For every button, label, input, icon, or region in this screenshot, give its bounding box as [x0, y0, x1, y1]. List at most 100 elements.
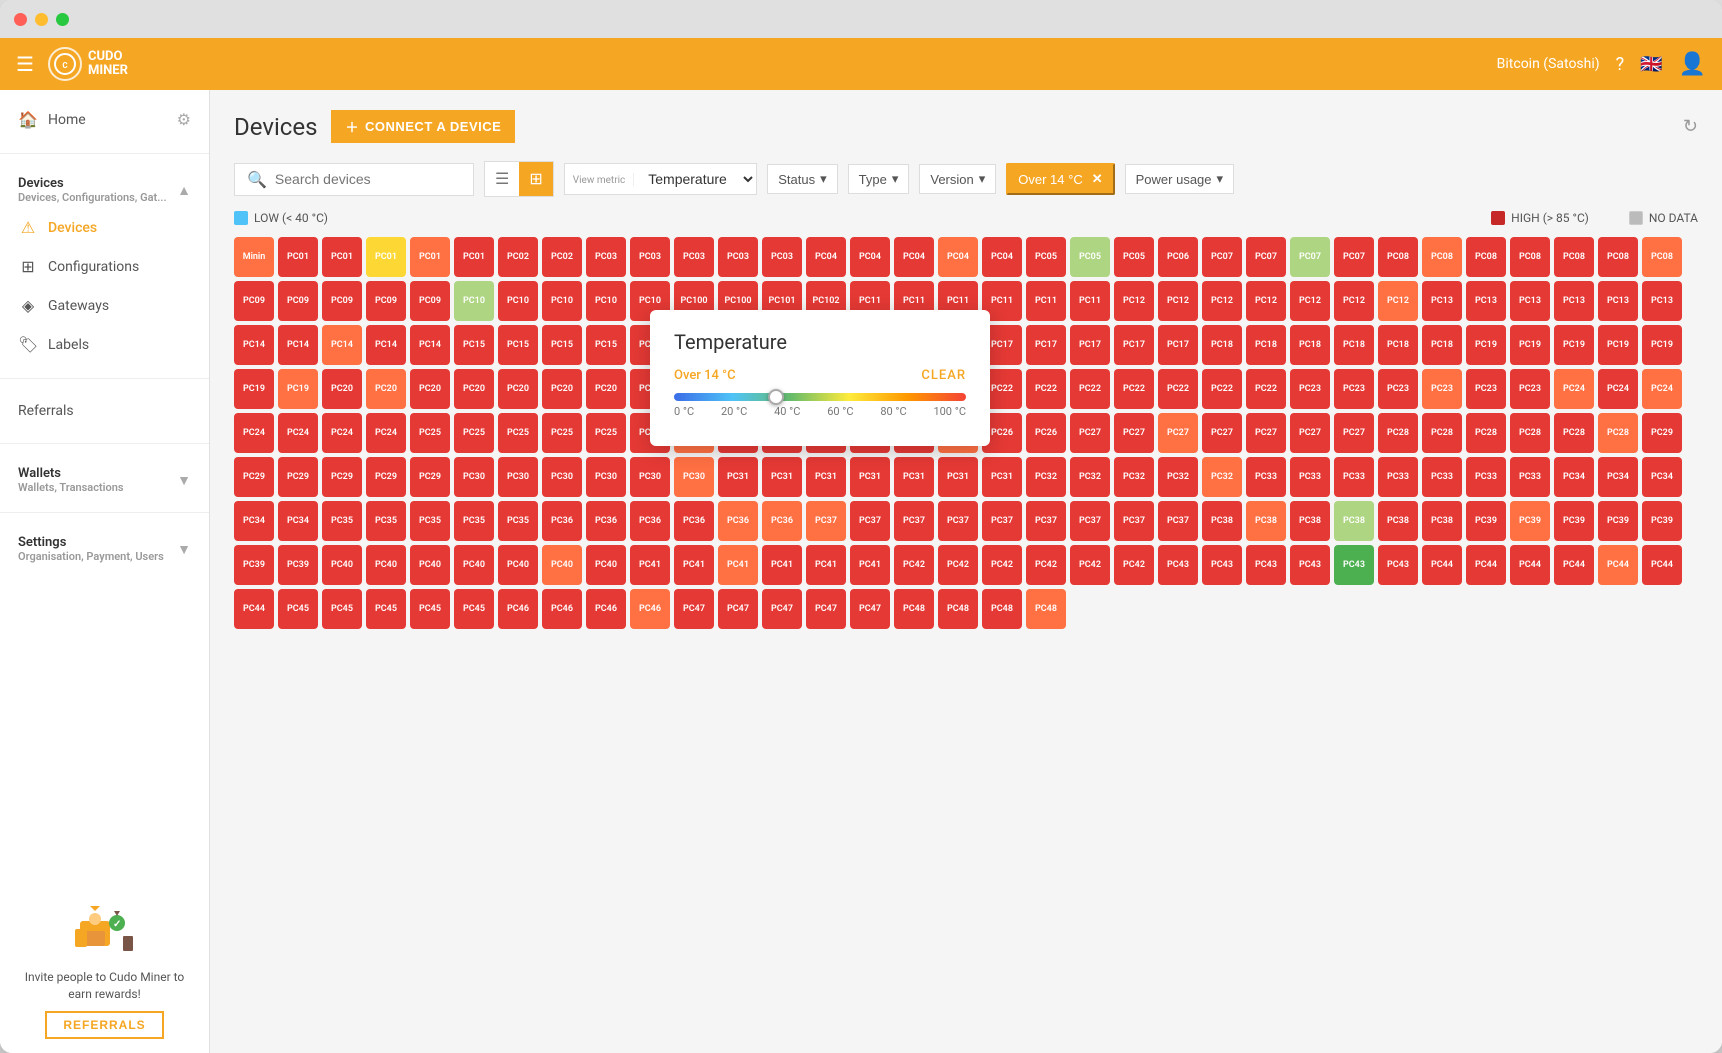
device-cell[interactable]: PC12: [1378, 281, 1418, 321]
device-cell[interactable]: PC19: [1642, 325, 1682, 365]
device-cell[interactable]: PC47: [806, 589, 846, 629]
device-cell[interactable]: PC25: [498, 413, 538, 453]
device-cell[interactable]: PC42: [1026, 545, 1066, 585]
device-cell[interactable]: PC39: [1642, 501, 1682, 541]
device-cell[interactable]: PC18: [1202, 325, 1242, 365]
device-cell[interactable]: PC13: [1466, 281, 1506, 321]
device-cell[interactable]: PC08: [1554, 237, 1594, 277]
hamburger-icon[interactable]: ☰: [16, 52, 34, 76]
device-cell[interactable]: PC33: [1466, 457, 1506, 497]
device-cell[interactable]: PC22: [1114, 369, 1154, 409]
device-cell[interactable]: PC14: [234, 325, 274, 365]
device-cell[interactable]: PC32: [1114, 457, 1154, 497]
device-cell[interactable]: PC37: [1070, 501, 1110, 541]
help-icon[interactable]: ?: [1616, 54, 1625, 75]
device-cell[interactable]: PC02: [542, 237, 582, 277]
device-cell[interactable]: PC37: [894, 501, 934, 541]
device-cell[interactable]: PC30: [630, 457, 670, 497]
device-cell[interactable]: PC07: [1202, 237, 1242, 277]
device-cell[interactable]: PC40: [366, 545, 406, 585]
device-cell[interactable]: PC15: [542, 325, 582, 365]
device-cell[interactable]: PC39: [1554, 501, 1594, 541]
device-cell[interactable]: PC11: [1026, 281, 1066, 321]
device-cell[interactable]: PC35: [454, 501, 494, 541]
device-cell[interactable]: PC38: [1246, 501, 1286, 541]
device-cell[interactable]: PC07: [1290, 237, 1330, 277]
device-cell[interactable]: PC24: [366, 413, 406, 453]
device-cell[interactable]: PC20: [410, 369, 450, 409]
device-cell[interactable]: PC39: [278, 545, 318, 585]
device-cell[interactable]: PC14: [366, 325, 406, 365]
device-cell[interactable]: PC18: [1378, 325, 1418, 365]
version-filter[interactable]: Version ▾: [919, 164, 996, 194]
device-cell[interactable]: PC18: [1334, 325, 1374, 365]
device-cell[interactable]: PC13: [1510, 281, 1550, 321]
device-cell[interactable]: PC41: [674, 545, 714, 585]
device-cell[interactable]: PC40: [410, 545, 450, 585]
device-cell[interactable]: PC08: [1466, 237, 1506, 277]
device-cell[interactable]: PC44: [1598, 545, 1638, 585]
device-cell[interactable]: PC27: [1290, 413, 1330, 453]
device-cell[interactable]: PC30: [586, 457, 626, 497]
device-cell[interactable]: PC36: [542, 501, 582, 541]
device-cell[interactable]: PC12: [1158, 281, 1198, 321]
device-cell[interactable]: PC18: [1422, 325, 1462, 365]
device-cell[interactable]: PC20: [586, 369, 626, 409]
device-cell[interactable]: PC36: [674, 501, 714, 541]
device-cell[interactable]: PC04: [894, 237, 934, 277]
device-cell[interactable]: PC08: [1642, 237, 1682, 277]
device-cell[interactable]: PC41: [806, 545, 846, 585]
temp-slider-handle[interactable]: [768, 389, 784, 405]
flag-icon[interactable]: 🇬🇧: [1640, 54, 1662, 75]
status-filter[interactable]: Status ▾: [767, 164, 837, 194]
device-cell[interactable]: PC15: [454, 325, 494, 365]
sidebar-item-home[interactable]: 🏠 Home ⚙: [0, 100, 209, 139]
device-cell[interactable]: PC15: [498, 325, 538, 365]
referral-button[interactable]: REFERRALS: [45, 1011, 163, 1039]
device-cell[interactable]: PC46: [542, 589, 582, 629]
device-cell[interactable]: PC28: [1422, 413, 1462, 453]
device-cell[interactable]: PC01: [366, 237, 406, 277]
sidebar-item-configurations[interactable]: ⊞ Configurations: [0, 247, 209, 286]
device-cell[interactable]: PC25: [454, 413, 494, 453]
device-cell[interactable]: PC25: [586, 413, 626, 453]
device-cell[interactable]: PC01: [410, 237, 450, 277]
device-cell[interactable]: PC07: [1334, 237, 1374, 277]
device-cell[interactable]: PC28: [1466, 413, 1506, 453]
device-cell[interactable]: PC29: [366, 457, 406, 497]
device-cell[interactable]: PC42: [1114, 545, 1154, 585]
device-cell[interactable]: PC08: [1510, 237, 1550, 277]
device-cell[interactable]: PC17: [1070, 325, 1110, 365]
device-cell[interactable]: PC20: [542, 369, 582, 409]
device-cell[interactable]: PC28: [1554, 413, 1594, 453]
device-cell[interactable]: PC24: [1554, 369, 1594, 409]
device-cell[interactable]: PC27: [1334, 413, 1374, 453]
device-cell[interactable]: PC39: [1598, 501, 1638, 541]
device-cell[interactable]: PC14: [322, 325, 362, 365]
device-cell[interactable]: PC01: [454, 237, 494, 277]
refresh-button[interactable]: ↻: [1683, 116, 1698, 137]
device-cell[interactable]: PC04: [806, 237, 846, 277]
device-cell[interactable]: PC42: [982, 545, 1022, 585]
device-cell[interactable]: PC32: [1158, 457, 1198, 497]
device-cell[interactable]: PC34: [1554, 457, 1594, 497]
device-cell[interactable]: PC42: [1070, 545, 1110, 585]
device-cell[interactable]: PC12: [1290, 281, 1330, 321]
device-cell[interactable]: PC31: [938, 457, 978, 497]
device-cell[interactable]: PC23: [1290, 369, 1330, 409]
sidebar-item-referrals[interactable]: Referrals: [0, 393, 209, 429]
device-cell[interactable]: PC20: [366, 369, 406, 409]
sidebar-item-labels[interactable]: 🏷 Labels: [0, 325, 209, 364]
device-cell[interactable]: PC44: [1466, 545, 1506, 585]
device-cell[interactable]: PC06: [1158, 237, 1198, 277]
device-cell[interactable]: PC35: [322, 501, 362, 541]
active-temp-filter[interactable]: Over 14 °C ✕: [1006, 163, 1114, 195]
device-cell[interactable]: PC33: [1290, 457, 1330, 497]
device-cell[interactable]: PC41: [630, 545, 670, 585]
device-cell[interactable]: Minin: [234, 237, 274, 277]
device-cell[interactable]: PC41: [850, 545, 890, 585]
device-cell[interactable]: PC44: [1554, 545, 1594, 585]
device-cell[interactable]: PC32: [1070, 457, 1110, 497]
device-cell[interactable]: PC24: [278, 413, 318, 453]
device-cell[interactable]: PC39: [1510, 501, 1550, 541]
